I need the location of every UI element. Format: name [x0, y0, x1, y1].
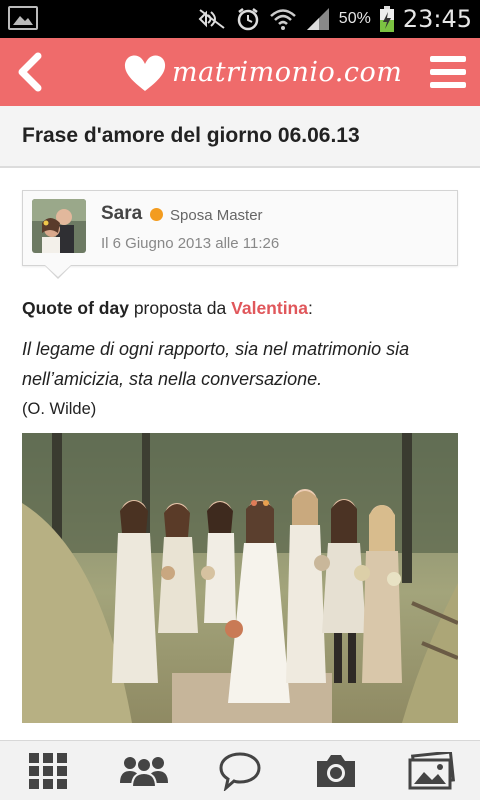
back-icon: [18, 52, 42, 92]
card-pointer-fill: [45, 265, 71, 277]
quote-label: Quote of day: [22, 298, 129, 318]
post-photo[interactable]: [22, 433, 458, 723]
brand-logo: matrimonio.com: [122, 48, 402, 96]
proposed-by-text: proposta da: [133, 298, 227, 318]
camera-icon: [317, 754, 355, 787]
intro-colon: :: [307, 298, 313, 318]
grid-menu-icon: [29, 752, 67, 789]
author-card[interactable]: Sara Sposa Master Il 6 Giugno 2013 alle …: [22, 190, 458, 266]
quote-source: (O. Wilde): [22, 400, 97, 418]
quote-text: Il legame di ogni rapporto, sia nel matr…: [22, 339, 410, 389]
page-title-bar: Frase d'amore del giorno 06.06.13: [0, 106, 480, 168]
tab-community[interactable]: [96, 741, 192, 800]
status-icons: 50% 23:45: [197, 4, 472, 34]
tab-chat[interactable]: [192, 741, 288, 800]
quote-intro: Quote of day proposta da Valentina:: [22, 298, 313, 319]
chat-bubble-icon: [219, 751, 261, 791]
tab-menu[interactable]: [0, 741, 96, 800]
back-button[interactable]: [12, 48, 52, 96]
page-title: Frase d'amore del giorno 06.06.13: [22, 124, 360, 147]
signal-icon: [306, 8, 329, 30]
tab-gallery[interactable]: [384, 741, 480, 800]
battery-percent: 50%: [338, 10, 371, 27]
alarm-icon: [237, 8, 259, 31]
hamburger-menu-icon: [430, 56, 466, 88]
post-date: Il 6 Giugno 2013 alle 11:26: [101, 235, 280, 252]
battery-charging-icon: [379, 6, 394, 32]
proposer-link[interactable]: Valentina: [231, 298, 308, 318]
tab-camera[interactable]: [288, 741, 384, 800]
app-header: matrimonio.com: [0, 38, 480, 106]
clock: 23:45: [402, 5, 472, 33]
mute-icon: [198, 9, 225, 29]
online-status-dot: [150, 208, 163, 221]
wifi-icon: [269, 9, 296, 30]
post-content[interactable]: Sara Sposa Master Il 6 Giugno 2013 alle …: [0, 168, 480, 740]
photo-gallery-icon: [408, 751, 456, 789]
author-name[interactable]: Sara: [101, 203, 142, 225]
brand-name: matrimonio.com: [172, 56, 403, 88]
avatar[interactable]: [32, 199, 86, 253]
bottom-navigation: [0, 740, 480, 800]
author-rank: Sposa Master: [170, 207, 263, 224]
community-icon: [120, 756, 168, 788]
menu-button[interactable]: [428, 52, 468, 92]
image-notification-icon: [8, 6, 38, 30]
heart-logo-icon: [124, 55, 166, 91]
status-bar: 50% 23:45: [0, 0, 480, 38]
